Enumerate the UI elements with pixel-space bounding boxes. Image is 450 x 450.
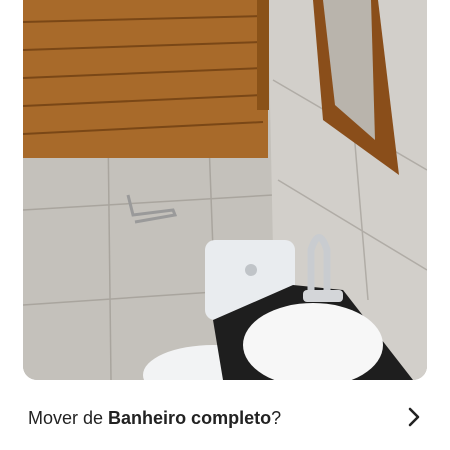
move-to-album-prompt[interactable]: Mover de Banheiro completo? (0, 398, 450, 442)
bathroom-photo[interactable] (23, 0, 427, 380)
prompt-suffix: ? (271, 408, 282, 428)
album-name: Banheiro completo (108, 408, 272, 428)
chevron-right-icon[interactable] (404, 406, 424, 428)
prompt-prefix: Mover de (28, 408, 109, 428)
prompt-text: Mover de Banheiro completo? (28, 408, 281, 429)
photo-image (23, 0, 427, 380)
